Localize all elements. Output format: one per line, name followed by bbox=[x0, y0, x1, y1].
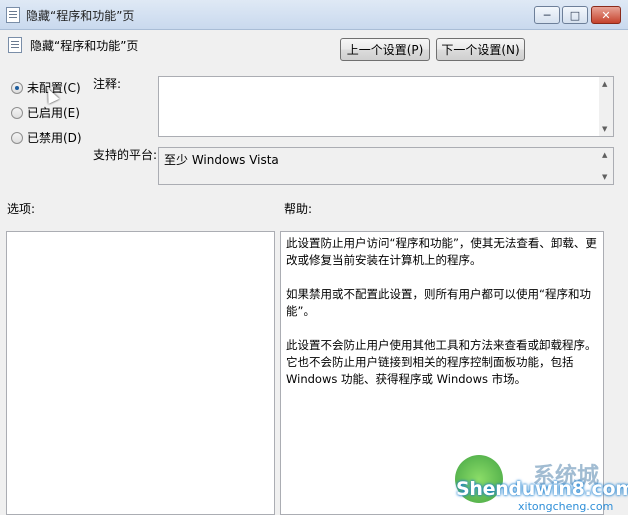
radio-disabled[interactable]: 已禁用(D) bbox=[11, 129, 82, 146]
radio-label: 已启用(E) bbox=[27, 106, 80, 120]
radio-label: 已禁用(D) bbox=[27, 131, 82, 145]
radio-enabled[interactable]: 已启用(E) bbox=[11, 104, 80, 121]
radio-button[interactable] bbox=[11, 131, 23, 144]
title-bar: 隐藏“程序和功能”页 ─ □ ✕ bbox=[0, 0, 628, 30]
close-button[interactable]: ✕ bbox=[591, 6, 621, 24]
comment-scrollbar[interactable]: ▲ ▼ bbox=[599, 77, 613, 136]
platform-field: 至少 Windows Vista ▲ ▼ bbox=[158, 147, 614, 185]
scroll-up-icon[interactable]: ▲ bbox=[602, 151, 607, 159]
platform-value: 至少 Windows Vista bbox=[164, 153, 279, 167]
platform-label: 支持的平台: bbox=[93, 148, 158, 162]
policy-name: 隐藏“程序和功能”页 bbox=[30, 39, 139, 53]
maximize-button[interactable]: □ bbox=[562, 6, 588, 24]
minimize-button[interactable]: ─ bbox=[534, 6, 560, 24]
radio-button[interactable] bbox=[11, 106, 23, 119]
scroll-up-icon[interactable]: ▲ bbox=[602, 80, 607, 88]
next-setting-button[interactable]: 下一个设置(N) bbox=[436, 38, 525, 61]
platform-scrollbar[interactable]: ▲ ▼ bbox=[599, 148, 613, 184]
scroll-down-icon[interactable]: ▼ bbox=[602, 125, 607, 133]
window-title: 隐藏“程序和功能”页 bbox=[26, 9, 135, 23]
help-paragraph: 此设置防止用户访问“程序和功能”，使其无法查看、卸载、更改或修复当前安装在计算机… bbox=[286, 236, 597, 267]
scroll-down-icon[interactable]: ▼ bbox=[602, 173, 607, 181]
options-label: 选项: bbox=[7, 202, 36, 216]
maximize-icon: □ bbox=[569, 8, 581, 22]
minimize-icon: ─ bbox=[543, 8, 551, 22]
comment-label: 注释: bbox=[93, 77, 122, 91]
watermark-sub: xitongcheng.com bbox=[518, 500, 614, 513]
options-panel bbox=[6, 231, 275, 515]
radio-button[interactable] bbox=[11, 81, 23, 94]
help-text: 此设置防止用户访问“程序和功能”，使其无法查看、卸载、更改或修复当前安装在计算机… bbox=[286, 235, 597, 405]
policy-setting-icon bbox=[8, 37, 22, 53]
help-paragraph: 此设置不会防止用户使用其他工具和方法来查看或卸载程序。它也不会防止用户链接到相关… bbox=[286, 338, 597, 386]
comment-field[interactable]: ▲ ▼ bbox=[158, 76, 614, 137]
policy-document-icon bbox=[6, 7, 20, 23]
close-icon: ✕ bbox=[601, 8, 611, 22]
help-label: 帮助: bbox=[284, 202, 313, 216]
previous-setting-button[interactable]: 上一个设置(P) bbox=[340, 38, 430, 61]
watermark-main: Shenduwin8.com bbox=[456, 478, 628, 500]
help-paragraph: 如果禁用或不配置此设置，则所有用户都可以使用“程序和功能”。 bbox=[286, 287, 591, 318]
